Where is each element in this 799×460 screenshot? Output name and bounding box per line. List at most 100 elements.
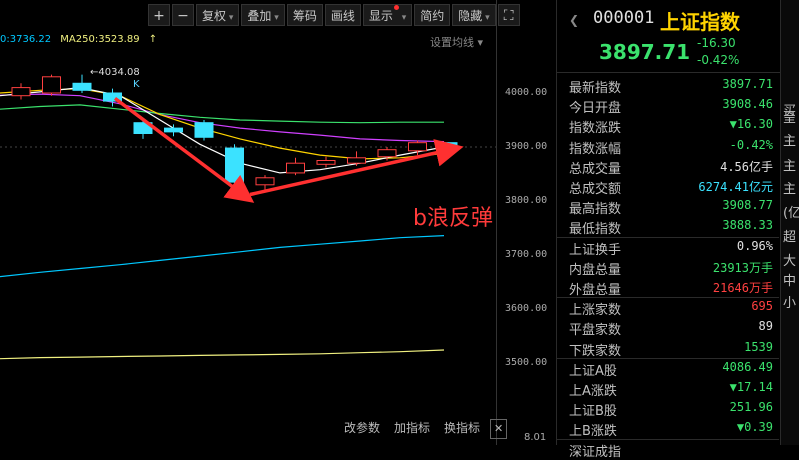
display-button[interactable]: 显示 [362, 4, 413, 26]
adjust-price-button[interactable]: 复权 [196, 4, 240, 26]
index-code: 000001 [593, 8, 655, 28]
quote-label: 上B涨跌 [569, 424, 617, 440]
price-change-pct: -0.42% [697, 53, 740, 67]
quote-label: 下跌家数 [569, 343, 622, 359]
quote-value: 3888.33 [722, 218, 773, 233]
price-axis: 4000.00 3900.00 3800.00 3700.00 3600.00 … [496, 0, 556, 445]
current-price: 3897.71 [599, 40, 691, 64]
axis-tick: 3700.00 [505, 249, 548, 260]
quote-label: 指数涨跌 [569, 121, 622, 137]
close-icon[interactable]: ✕ [490, 419, 508, 439]
quote-row: 今日开盘 3908.46 [557, 96, 779, 116]
ma30-line [0, 104, 444, 124]
switch-indicator-button[interactable]: 换指标 [440, 419, 484, 439]
quote-row: 深证成指 [557, 440, 779, 460]
quote-label: 上证A股 [569, 363, 617, 379]
wave-b-arrow [249, 139, 464, 197]
quote-row: 上B涨跌 ▼0.39 [557, 419, 779, 439]
quote-label: 上证换手 [569, 242, 622, 258]
arrow-up-icon: ↑ [148, 34, 158, 45]
quote-label: 外盘总量 [569, 283, 622, 298]
simple-mode-button[interactable]: 简约 [414, 4, 451, 26]
quote-row: 上证A股 4086.49 [557, 359, 779, 379]
strip-label: 呈 [783, 111, 797, 126]
peak-annotation: ←4034.08 [90, 67, 140, 78]
strip-label: 主 [783, 159, 797, 174]
quote-label: 最高指数 [569, 202, 622, 218]
candle-body [408, 142, 427, 152]
ma-settings-button[interactable]: 设置均线 ▾ [430, 34, 483, 50]
quote-value: 89 [758, 319, 773, 334]
chevron-down-icon: ▾ [477, 36, 484, 49]
candlestick-chart[interactable] [0, 50, 496, 420]
candle-body [347, 157, 366, 164]
candle-body [255, 177, 275, 186]
strip-label: 小 [783, 296, 797, 311]
strip-label: 主 [783, 182, 797, 197]
quote-label: 最低指数 [569, 222, 622, 238]
quote-label: 总成交量 [569, 161, 622, 177]
quote-label: 深证成指 [569, 444, 622, 460]
quote-row: 外盘总量 21646万手 [557, 278, 779, 298]
quote-label: 总成交额 [569, 182, 622, 197]
quote-label: 上证B股 [569, 404, 617, 420]
add-indicator-button[interactable]: 加指标 [390, 419, 434, 439]
fund-flow-strip: 买呈主主主(亿超大中小 [780, 0, 799, 445]
ma250-line [0, 349, 445, 360]
axis-tick: 3900.00 [505, 141, 548, 152]
axis-tick: 4000.00 [505, 87, 548, 98]
quote-row: 平盘家数 89 [557, 318, 779, 338]
quote-label: 平盘家数 [569, 323, 622, 339]
quote-row: 上A涨跌 ▼17.14 [557, 379, 779, 399]
strip-label: 主 [783, 134, 797, 149]
quote-value: ▼16.30 [729, 117, 773, 132]
overlay-button[interactable]: 叠加 [241, 4, 285, 26]
strip-label: 中 [783, 274, 797, 289]
quote-value: 0.96% [736, 238, 773, 253]
quote-label: 最新指数 [569, 81, 622, 96]
quote-row: 总成交额 6274.41亿元 [557, 177, 779, 197]
quote-value: 695 [751, 299, 773, 314]
quote-label: 内盘总量 [569, 262, 622, 278]
ma-value: 0:3736.22 [0, 34, 52, 45]
quote-row: 指数涨跌 ▼16.30 [557, 116, 779, 136]
ma-settings-label: 设置均线 [430, 36, 474, 49]
quote-value: 3897.71 [722, 77, 773, 91]
quote-row: 最低指数 3888.33 [557, 217, 779, 237]
quote-value: 6274.41亿元 [698, 180, 773, 194]
quote-value: 4.56亿手 [720, 159, 773, 174]
quote-row: 上证换手 0.96% [557, 238, 779, 258]
quote-label: 上涨家数 [569, 303, 622, 319]
candle-body [11, 87, 31, 97]
chip-distribution-button[interactable]: 筹码 [286, 4, 323, 26]
quote-label: 指数涨幅 [569, 141, 622, 157]
chart-toolbar: + − 复权 叠加 筹码 画线 显示 简约 隐藏 ⛶ [148, 4, 520, 28]
k-annotation: K [133, 79, 140, 90]
ma10-line [0, 88, 445, 160]
axis-tick: 3500.00 [505, 357, 548, 368]
candle-body [225, 147, 244, 183]
edit-params-button[interactable]: 改参数 [340, 419, 384, 439]
quote-value: 251.96 [729, 400, 773, 415]
axis-tick: 3800.00 [505, 195, 548, 206]
strip-label: 超 [783, 230, 797, 245]
ma60-line [0, 235, 445, 278]
ma5-line [0, 86, 445, 174]
draw-line-button[interactable]: 画线 [324, 4, 361, 26]
zoom-in-button[interactable]: + [148, 4, 170, 26]
price-change: -16.30 [697, 36, 736, 50]
quote-row: 最新指数 3897.71 [557, 76, 779, 96]
quote-row: 上涨家数 695 [557, 298, 779, 318]
notification-dot-icon [393, 5, 399, 10]
hide-button[interactable]: 隐藏 [452, 4, 496, 26]
axis-tick: 3600.00 [505, 303, 548, 314]
indicator-bar: 改参数 加指标 换指标 ✕ [340, 419, 508, 439]
strip-label: 大 [783, 254, 797, 269]
zoom-out-button[interactable]: − [172, 4, 194, 26]
candle-body [194, 122, 214, 138]
chart-pane[interactable]: + − 复权 叠加 筹码 画线 显示 简约 隐藏 ⛶ 0:3736.22 MA2… [0, 0, 556, 445]
caret-left-icon[interactable]: ❮ [569, 13, 579, 27]
candle-body [72, 82, 92, 91]
quote-row: 总成交量 4.56亿手 [557, 157, 779, 177]
quote-row: 上证B股 251.96 [557, 399, 779, 419]
